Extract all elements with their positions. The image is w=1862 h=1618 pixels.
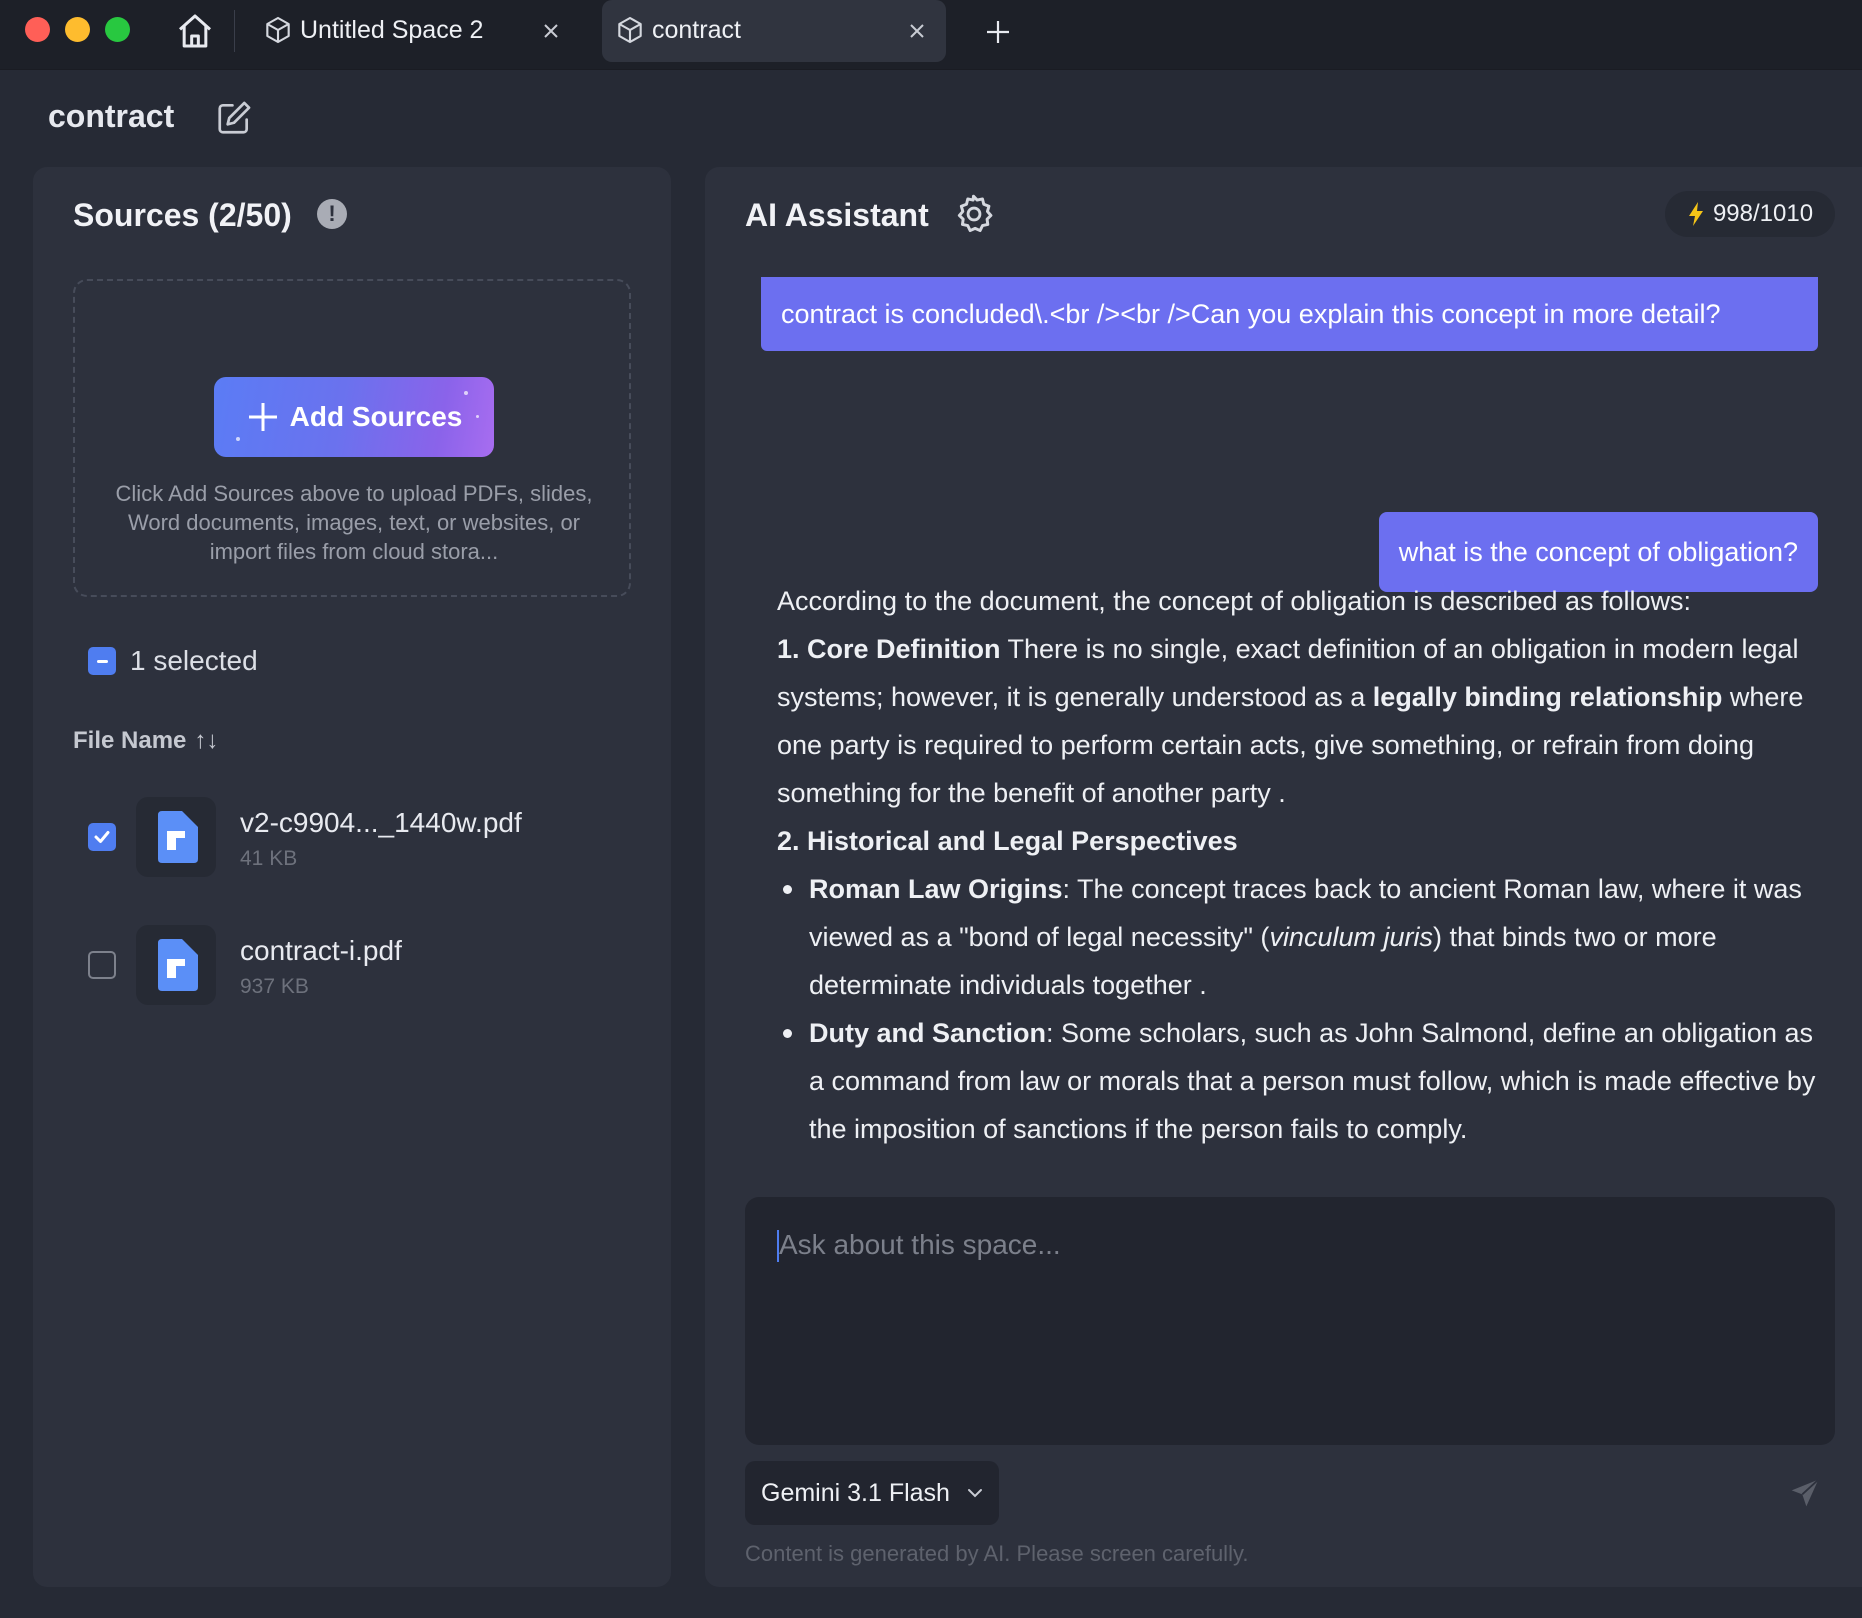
cube-icon: [266, 16, 290, 44]
sort-icon[interactable]: ↑↓: [194, 727, 218, 755]
assistant-title: AI Assistant: [745, 197, 929, 233]
chat-messages[interactable]: contract is concluded\.<br /><br />Can y…: [745, 277, 1835, 1342]
select-all-row[interactable]: 1 selected: [88, 645, 258, 677]
edit-icon: [218, 101, 251, 134]
file-type-badge: [136, 925, 216, 1005]
tab-label: Untitled Space 2: [300, 16, 484, 44]
chat-input-placeholder: Ask about this space...: [779, 1229, 1061, 1260]
answer-list: Roman Law Origins: The concept traces ba…: [777, 865, 1817, 1153]
tab-label: contract: [652, 16, 741, 44]
home-button[interactable]: [172, 8, 218, 54]
answer-heading: 2. Historical and Legal Perspectives: [777, 826, 1238, 856]
file-type-badge: [136, 797, 216, 877]
document-icon: [158, 939, 198, 991]
select-all-checkbox[interactable]: [88, 647, 116, 675]
answer-intro: According to the document, the concept o…: [777, 586, 1692, 616]
sources-title: Sources (2/50): [73, 197, 292, 233]
model-selector[interactable]: Gemini 3.1 Flash: [745, 1461, 999, 1525]
file-size: 937 KB: [240, 975, 309, 998]
answer-heading: 1. Core Definition: [777, 634, 1001, 664]
file-name: v2-c9904..._1440w.pdf: [240, 807, 522, 838]
selected-count: 1 selected: [130, 645, 258, 676]
credits-badge: 998/1010: [1665, 191, 1835, 237]
send-button[interactable]: [1785, 1473, 1825, 1513]
send-icon: [1791, 1478, 1819, 1507]
model-name: Gemini 3.1 Flash: [761, 1478, 950, 1507]
answer-italic-text: vinculum juris: [1269, 922, 1433, 952]
answer-list-item: Duty and Sanction: Some scholars, such a…: [783, 1009, 1817, 1153]
file-name-column-header[interactable]: File Name ↑↓: [73, 727, 218, 755]
sources-panel: Sources (2/50) ! Add Sources Click Add S…: [33, 167, 671, 1587]
lightning-icon: [1688, 202, 1703, 226]
new-tab-button[interactable]: [978, 12, 1018, 52]
tab-close-button[interactable]: [536, 16, 566, 46]
plus-icon: [987, 21, 1009, 43]
tab-untitled-space-2[interactable]: Untitled Space 2: [250, 0, 580, 62]
user-message-text: what is the concept of obligation?: [1398, 536, 1798, 567]
tab-bar: Untitled Space 2 contract: [0, 0, 1862, 70]
file-size: 41 KB: [240, 847, 298, 870]
answer-bold-text: Roman Law Origins: [809, 874, 1063, 904]
minimize-window-button[interactable]: [65, 17, 90, 42]
tab-close-button[interactable]: [902, 16, 932, 46]
close-icon: [544, 24, 558, 38]
tab-contract[interactable]: contract: [602, 0, 946, 62]
close-window-button[interactable]: [25, 17, 50, 42]
column-header-label: File Name: [73, 727, 187, 754]
chevron-down-icon: [967, 1489, 982, 1498]
answer-bold-text: legally binding relationship: [1372, 682, 1723, 712]
file-row[interactable]: contract-i.pdf 937 KB: [88, 925, 648, 1005]
answer-paragraph: 1. Core Definition There is no single, e…: [777, 625, 1817, 817]
assistant-message: According to the document, the concept o…: [777, 577, 1817, 1153]
close-icon: [910, 24, 924, 38]
info-icon[interactable]: !: [317, 199, 347, 229]
document-icon: [158, 811, 198, 863]
assistant-settings-button[interactable]: [951, 191, 997, 237]
file-row[interactable]: v2-c9904..._1440w.pdf 41 KB: [88, 797, 648, 877]
user-message: contract is concluded\.<br /><br />Can y…: [761, 277, 1818, 351]
upload-hint: Click Add Sources above to upload PDFs, …: [115, 481, 593, 564]
credits-value: 998/1010: [1712, 200, 1814, 227]
plus-icon: [248, 403, 277, 431]
file-checkbox[interactable]: [88, 823, 116, 851]
chat-input[interactable]: Ask about this space...: [745, 1197, 1835, 1445]
answer-bold-text: Duty and Sanction: [809, 1018, 1047, 1048]
file-name: contract-i.pdf: [240, 935, 402, 966]
upload-dropzone[interactable]: Add Sources Click Add Sources above to u…: [73, 279, 631, 597]
check-icon: [94, 831, 110, 843]
cube-icon: [618, 16, 642, 44]
maximize-window-button[interactable]: [105, 17, 130, 42]
user-message-text: contract is concluded\.<br /><br />Can y…: [781, 298, 1721, 329]
answer-paragraph: 2. Historical and Legal Perspectives: [777, 817, 1817, 865]
file-checkbox[interactable]: [88, 951, 116, 979]
answer-list-item: Roman Law Origins: The concept traces ba…: [783, 865, 1817, 1009]
space-title: contract: [48, 98, 175, 134]
add-sources-label: Add Sources: [289, 401, 463, 432]
ai-disclaimer: Content is generated by AI. Please scree…: [745, 1541, 1249, 1566]
rename-space-button[interactable]: [212, 96, 256, 140]
add-sources-button[interactable]: Add Sources: [214, 377, 494, 457]
tab-divider: [234, 10, 235, 52]
gear-icon: [957, 194, 993, 233]
home-icon: [179, 14, 211, 48]
app-window: Untitled Space 2 contract contract Sourc…: [0, 0, 1862, 1618]
assistant-panel: AI Assistant 998/1010 contract is conclu…: [705, 167, 1862, 1587]
